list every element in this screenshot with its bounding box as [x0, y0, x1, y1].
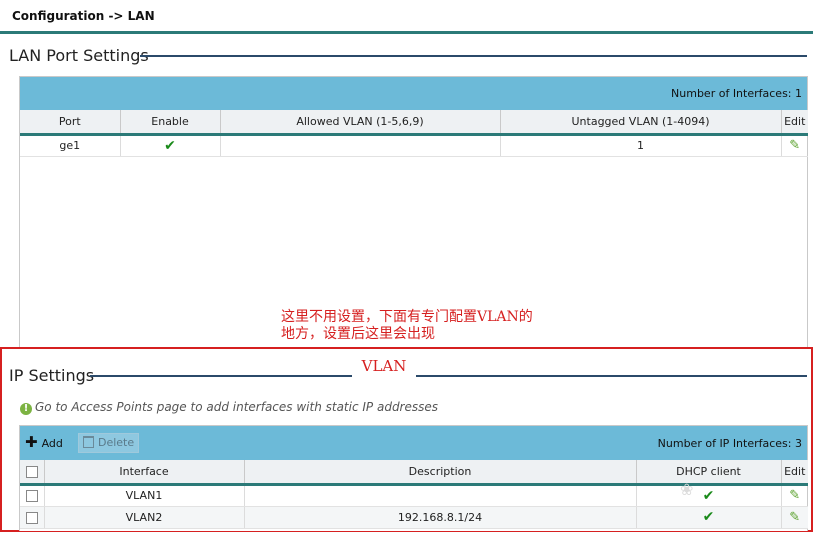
info-message: ! Go to Access Points page to add interfa… [20, 400, 438, 415]
enable-cell: ✔ [120, 134, 221, 157]
annotation-line-2: 地方，设置后这里会出现 [281, 326, 435, 342]
plus-icon: ✚ [25, 433, 38, 451]
ip-count-label: Number of IP Interfaces: [657, 437, 792, 450]
annotation-line-1: 这里不用设置，下面有专门配置VLAN的 [281, 309, 533, 325]
lan-interface-count: Number of Interfaces: 1 [671, 87, 802, 100]
row-select-cell [20, 484, 45, 507]
lan-count-value: 1 [795, 87, 802, 100]
lan-section-rule [140, 55, 807, 57]
info-icon: ! [20, 403, 32, 415]
row-checkbox[interactable] [25, 511, 38, 524]
edit-cell: ✎ [781, 134, 808, 157]
col-enable[interactable]: Enable [120, 110, 221, 136]
ip-section-title: IP Settings [9, 366, 99, 385]
col-edit: Edit [781, 460, 808, 486]
info-text: Go to Access Points page to add interfac… [35, 400, 439, 414]
ip-count-value: 3 [795, 437, 802, 450]
col-allowed-vlan[interactable]: Allowed VLAN (1-5,6,9) [220, 110, 501, 136]
row-select-cell [20, 506, 45, 529]
watermark-logo: ❀ [672, 480, 772, 514]
lan-port-panel: Number of Interfaces: 1 Port Enable Allo… [19, 76, 808, 348]
col-edit: Edit [781, 110, 808, 136]
lan-panel-toolbar: Number of Interfaces: 1 [20, 77, 807, 110]
lan-section-title: LAN Port Settings [9, 46, 153, 65]
port-cell: ge1 [20, 134, 121, 157]
pencil-icon[interactable]: ✎ [789, 510, 800, 525]
breadcrumb: Configuration -> LAN [12, 9, 155, 23]
col-description[interactable]: Description [244, 460, 637, 486]
check-icon: ✔ [164, 137, 176, 154]
lan-port-table: Port Enable Allowed VLAN (1-5,6,9) Untag… [20, 110, 808, 157]
description-cell [244, 484, 637, 507]
trash-icon [83, 436, 94, 448]
col-select [20, 460, 45, 486]
edit-cell: ✎ [781, 484, 808, 507]
allowed-vlan-cell [220, 134, 501, 157]
interface-cell: VLAN1 [44, 484, 245, 507]
header-divider [0, 31, 813, 34]
annotation-vlan-label: VLAN [352, 353, 416, 379]
add-button-label: Add [41, 437, 63, 450]
row-checkbox[interactable] [25, 490, 38, 502]
untagged-vlan-cell: 1 [500, 134, 782, 157]
ip-interface-count: Number of IP Interfaces: 3 [658, 437, 802, 450]
description-cell: 192.168.8.1/24 [244, 506, 637, 529]
table-row[interactable]: ge1 ✔ 1 ✎ [20, 134, 808, 157]
lan-count-label: Number of Interfaces: [671, 87, 792, 100]
delete-button[interactable]: Delete [78, 433, 139, 453]
pencil-icon[interactable]: ✎ [789, 138, 800, 153]
delete-button-label: Delete [98, 436, 135, 449]
ip-section-rule [90, 375, 807, 377]
select-all-checkbox[interactable] [25, 465, 38, 478]
col-interface[interactable]: Interface [44, 460, 245, 486]
add-button[interactable]: ✚ Add [25, 433, 63, 453]
annotation-note: 这里不用设置，下面有专门配置VLAN的 地方，设置后这里会出现 [281, 309, 533, 343]
edit-cell: ✎ [781, 506, 808, 529]
interface-cell: VLAN2 [44, 506, 245, 529]
pencil-icon[interactable]: ✎ [789, 488, 800, 503]
paw-icon: ❀ [680, 480, 694, 499]
col-port[interactable]: Port [20, 110, 121, 136]
col-untagged-vlan[interactable]: Untagged VLAN (1-4094) [500, 110, 782, 136]
